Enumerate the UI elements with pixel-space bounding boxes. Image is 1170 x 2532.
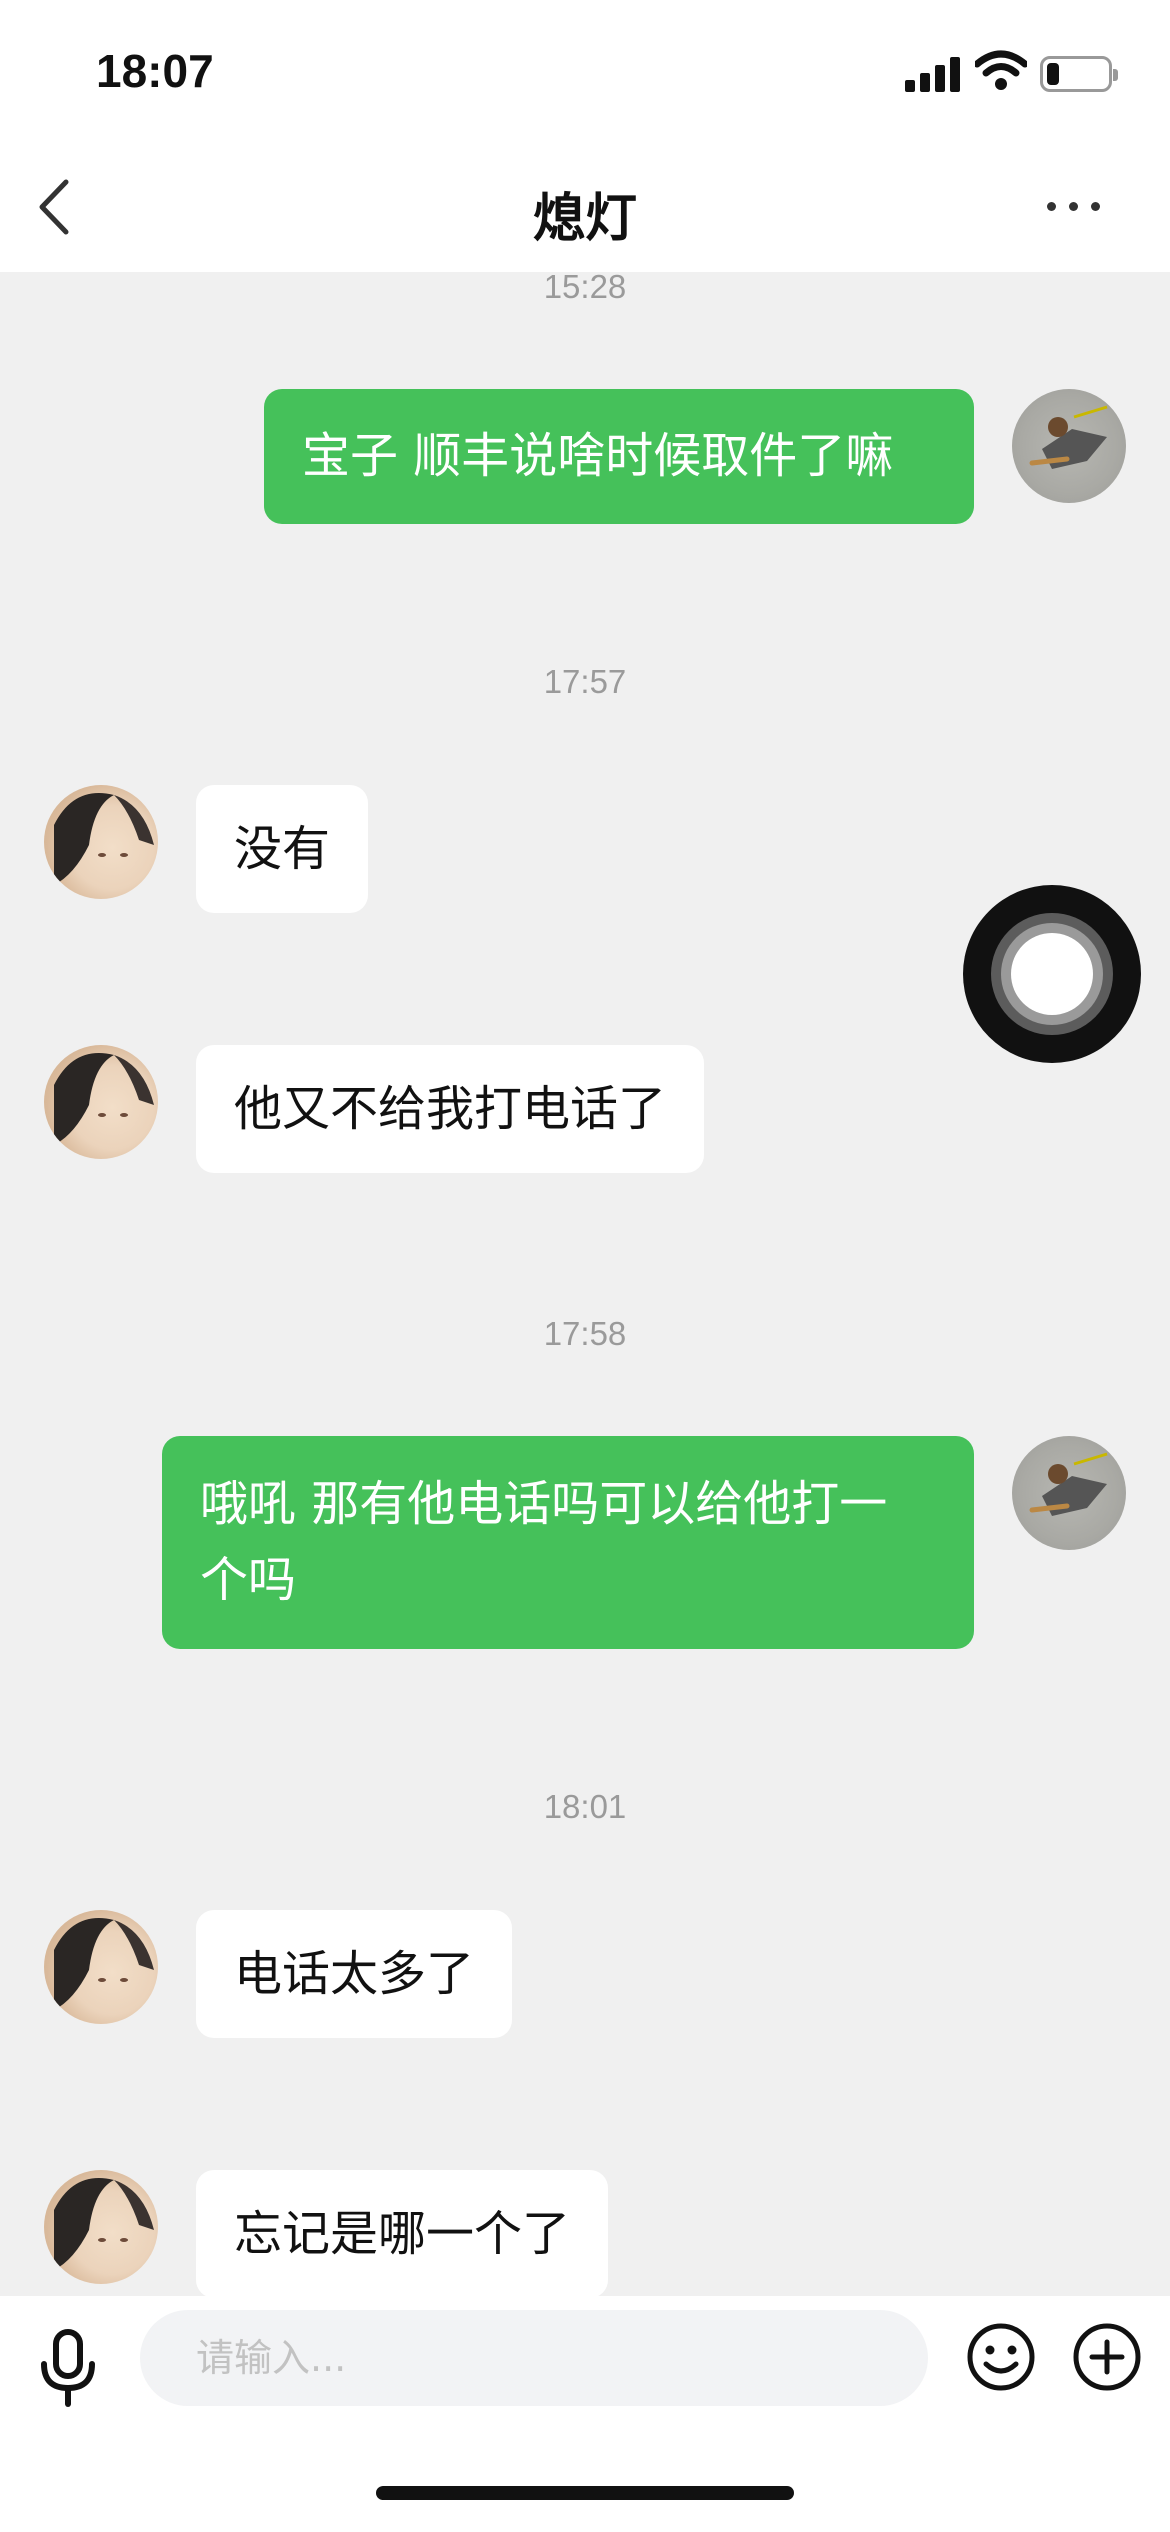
contact-avatar[interactable] xyxy=(44,2170,158,2284)
timestamp: 17:57 xyxy=(543,663,627,700)
emoji-smile-icon[interactable] xyxy=(966,2322,1036,2392)
contact-avatar[interactable] xyxy=(44,1910,158,2024)
assistive-touch-button[interactable] xyxy=(963,885,1141,1063)
incoming-message[interactable]: 他又不给我打电话了 xyxy=(196,1045,705,1173)
microphone-icon[interactable] xyxy=(38,2328,98,2408)
chat-header: 熄灯 xyxy=(0,150,1170,272)
outgoing-message[interactable]: 宝子 顺丰说啥时候取件了嘛 xyxy=(264,389,974,524)
message-input[interactable] xyxy=(140,2310,928,2406)
my-avatar[interactable] xyxy=(1012,389,1126,503)
timestamp: 18:01 xyxy=(543,1788,627,1825)
my-avatar[interactable] xyxy=(1012,1436,1126,1550)
more-dots-icon[interactable] xyxy=(1045,186,1105,226)
incoming-message[interactable]: 忘记是哪一个了 xyxy=(196,2170,609,2298)
wifi-icon xyxy=(975,50,1027,90)
message-line: 个吗 xyxy=(200,1552,297,1608)
battery-level xyxy=(1047,63,1059,85)
plus-circle-icon[interactable] xyxy=(1072,2322,1142,2392)
home-indicator[interactable] xyxy=(376,2486,794,2500)
status-time: 18:07 xyxy=(96,45,214,97)
timestamp: 17:58 xyxy=(543,1315,627,1352)
chat-title: 熄灯 xyxy=(532,189,637,249)
incoming-message[interactable]: 电话太多了 xyxy=(196,1910,513,2038)
message-line: 哦吼 那有他电话吗可以给他打一 xyxy=(200,1476,888,1532)
status-bar: 18:07 xyxy=(0,0,1170,150)
battery-icon xyxy=(1040,56,1118,92)
contact-avatar[interactable] xyxy=(44,785,158,899)
contact-avatar[interactable] xyxy=(44,1045,158,1159)
outgoing-message[interactable]: 哦吼 那有他电话吗可以给他打一 个吗 xyxy=(162,1436,974,1649)
cellular-signal-icon xyxy=(905,56,961,92)
timestamp: 15:28 xyxy=(543,268,627,305)
incoming-message[interactable]: 没有 xyxy=(196,785,369,913)
